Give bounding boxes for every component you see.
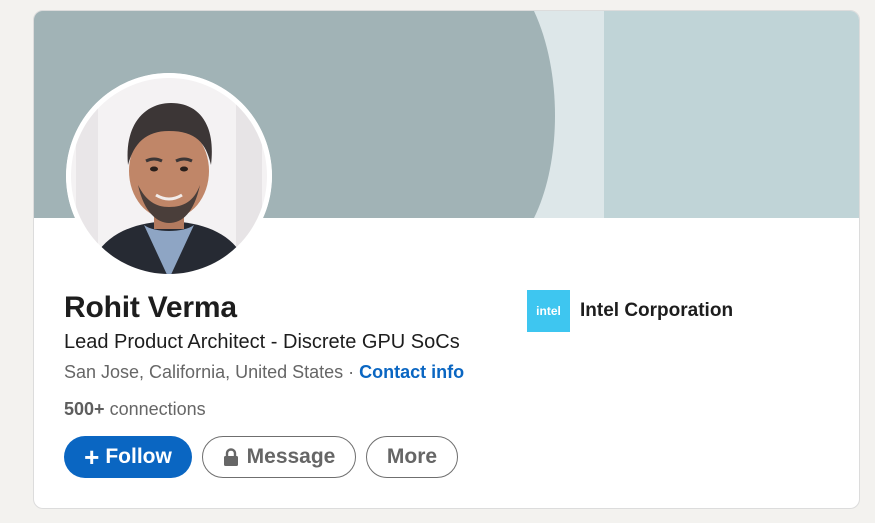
contact-info-link[interactable]: Contact info <box>359 362 464 382</box>
plus-icon: + <box>84 442 100 472</box>
current-company[interactable]: intel Intel Corporation <box>527 290 733 332</box>
intel-logo: intel <box>527 290 570 332</box>
profile-headline: Lead Product Architect - Discrete GPU So… <box>64 331 460 353</box>
profile-location: San Jose, California, United States <box>64 362 344 382</box>
profile-avatar[interactable] <box>66 73 272 279</box>
profile-name: Rohit Verma <box>64 291 237 324</box>
connections-count[interactable]: 500+ connections <box>64 399 206 420</box>
message-label: Message <box>246 445 336 468</box>
connections-number: 500+ <box>64 399 105 419</box>
profile-card: Rohit Verma Lead Product Architect - Dis… <box>33 10 860 509</box>
profile-actions: + Follow Message More <box>64 436 458 478</box>
follow-button[interactable]: + Follow <box>64 436 192 478</box>
more-button[interactable]: More <box>366 436 458 478</box>
separator-dot: · <box>348 362 355 382</box>
lock-icon <box>223 447 239 467</box>
follow-label: Follow <box>105 445 172 468</box>
message-button[interactable]: Message <box>202 436 356 478</box>
company-name: Intel Corporation <box>580 300 734 321</box>
intel-logo-text: intel <box>536 304 561 318</box>
connections-label: connections <box>109 399 206 419</box>
more-label: More <box>386 445 438 468</box>
location-row: San Jose, California, United States · Cont… <box>64 362 464 383</box>
